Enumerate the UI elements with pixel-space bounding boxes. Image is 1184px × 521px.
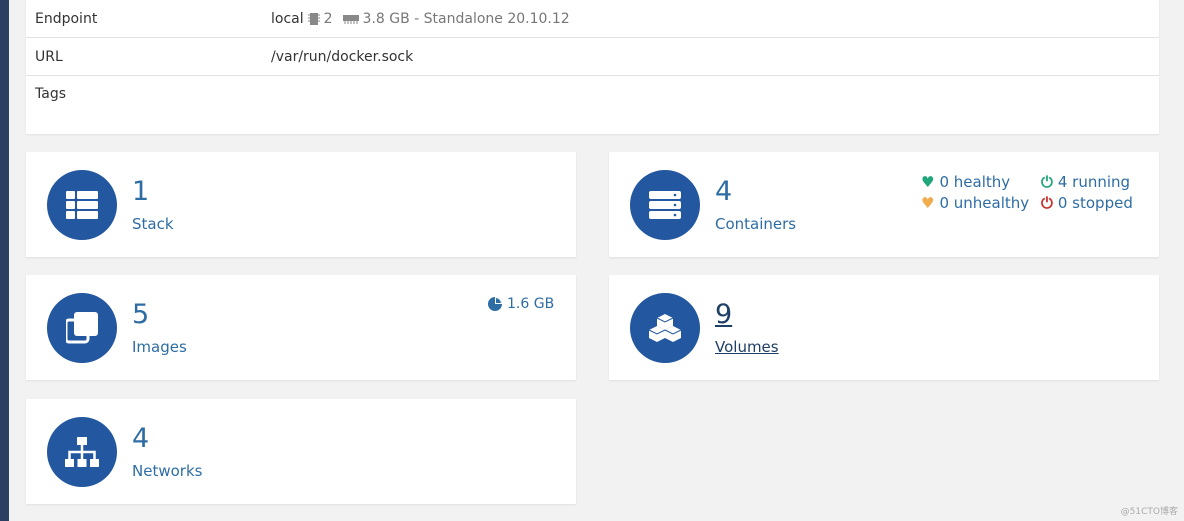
networks-count: 4 [132,423,150,454]
memory-info: 3.8 GB - Standalone 20.10.12 [362,10,570,27]
containers-card[interactable]: 4 Containers ♥ 0 healthy ♥ 0 unhealthy ⏻ 4 … [609,152,1159,257]
images-card[interactable]: 5 Images 1.6 GB [26,275,576,380]
sitemap-icon [47,417,117,487]
url-row: URL /var/run/docker.sock [26,38,1159,76]
cubes-icon [630,293,700,363]
volumes-link[interactable]: Volumes [715,338,779,356]
stack-label: Stack [132,215,174,233]
memory-icon [342,14,359,24]
healthy-stat: ♥ 0 healthy [921,173,1011,191]
stack-icon [47,170,117,240]
power-icon: ⏻ [1041,173,1053,191]
stopped-stat: ⏻ 0 stopped [1041,194,1133,212]
tags-label: Tags [35,86,66,102]
url-label: URL [35,48,63,65]
clone-icon [47,293,117,363]
stack-count: 1 [132,176,150,207]
endpoint-row: Endpoint local 2 3.8 GB - Standalone 20.… [26,0,1159,38]
running-stat: ⏻ 4 running [1041,173,1131,191]
volumes-card[interactable]: 9 Volumes [609,275,1159,380]
cpu-icon [307,12,320,25]
url-value: /var/run/docker.sock [271,48,414,65]
images-label: Images [132,338,187,356]
volumes-count[interactable]: 9 [715,299,732,330]
endpoint-label: Endpoint [35,10,98,27]
containers-label: Containers [715,215,797,233]
images-size: 1.6 GB [488,296,554,312]
tags-row: Tags [26,76,1159,134]
networks-card[interactable]: 4 Networks [26,399,576,504]
images-count: 5 [132,299,150,330]
server-icon [630,170,700,240]
networks-label: Networks [132,462,203,480]
heartbeat-icon: ♥ [921,173,935,191]
sidebar-edge [0,0,9,521]
cpu-count: 2 [323,10,333,27]
power-icon: ⏻ [1041,194,1053,212]
watermark: @51CTO博客 [1120,507,1178,517]
heartbeat-icon: ♥ [921,194,935,212]
containers-count: 4 [715,176,733,207]
endpoint-info-panel: Endpoint local 2 3.8 GB - Standalone 20.… [26,0,1159,134]
unhealthy-stat: ♥ 0 unhealthy [921,194,1030,212]
pie-chart-icon [488,297,502,311]
endpoint-name: local [271,10,304,27]
stack-card[interactable]: 1 Stack [26,152,576,257]
